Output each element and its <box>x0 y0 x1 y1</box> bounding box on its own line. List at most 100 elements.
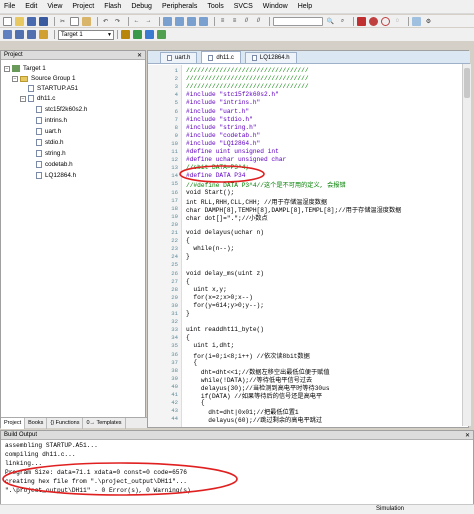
editor-tab-label: dh11.c <box>216 54 234 61</box>
tree-group[interactable]: − Source Group 1 <box>12 75 75 82</box>
code-line: char dot[]=".";//小数点 <box>186 214 268 222</box>
bookmark-clear-icon[interactable] <box>199 16 208 26</box>
paste-icon[interactable] <box>82 16 91 26</box>
pack-installer-icon[interactable] <box>145 30 154 39</box>
code-line: ///////////////////////////////// <box>186 83 309 91</box>
load-icon[interactable] <box>39 30 48 39</box>
tab-project[interactable]: Project <box>1 417 26 429</box>
save-all-icon[interactable] <box>39 16 48 26</box>
save-icon[interactable] <box>27 16 36 26</box>
collapse-icon[interactable]: − <box>4 65 10 72</box>
manage-components-icon[interactable] <box>133 30 142 39</box>
open-file-icon[interactable] <box>15 16 24 26</box>
line-number: 17 <box>171 196 178 204</box>
close-icon[interactable]: ✕ <box>465 432 470 439</box>
copy-icon[interactable] <box>70 16 79 26</box>
disable-breakpoint-icon[interactable] <box>381 16 390 26</box>
tab-label: Books <box>28 420 44 426</box>
tree-include-label: codetab.h <box>45 161 73 168</box>
menu-svcs[interactable]: SVCS <box>234 3 253 10</box>
menu-project[interactable]: Project <box>72 3 94 10</box>
nav-forward-icon[interactable]: → <box>144 17 153 26</box>
bookmark-prev-icon[interactable] <box>175 16 184 26</box>
line-number: 15 <box>171 180 178 188</box>
line-number: 29 <box>171 293 178 301</box>
code-line: uint readdht11_byte() <box>186 326 264 334</box>
indent-icon[interactable]: ≡ <box>218 17 227 26</box>
target-select[interactable]: Target 1 ▼ <box>58 29 114 40</box>
tree-file-label: STARTUP.A51 <box>37 85 78 92</box>
code-line: { <box>186 358 198 366</box>
scrollbar-thumb[interactable] <box>464 68 470 98</box>
close-icon[interactable]: ✕ <box>137 52 142 59</box>
tree-include-file[interactable]: stdio.h <box>36 139 64 146</box>
code-line: #include "stdio.h" <box>186 115 253 123</box>
project-panel-tabs: Project Books {} Functions 0→ Templates <box>1 417 147 429</box>
tab-uart-h[interactable]: uart.h <box>160 52 198 63</box>
menu-peripherals[interactable]: Peripherals <box>162 3 197 10</box>
nav-back-icon[interactable]: ← <box>132 17 141 26</box>
menu-debug[interactable]: Debug <box>131 3 152 10</box>
build-icon[interactable] <box>15 30 24 39</box>
tree-include-file[interactable]: LQ12864.h <box>36 172 76 179</box>
code-line: #include "intrins.h" <box>186 99 261 107</box>
bookmark-icon[interactable] <box>163 16 172 26</box>
menu-tools[interactable]: Tools <box>207 3 223 10</box>
menu-view[interactable]: View <box>47 3 62 10</box>
tree-include-file[interactable]: codetab.h <box>36 161 73 168</box>
rebuild-icon[interactable] <box>27 30 36 39</box>
line-number: 12 <box>171 156 178 164</box>
collapse-icon[interactable]: − <box>12 75 18 82</box>
window-layout-icon[interactable] <box>412 16 421 26</box>
breakpoint-icon[interactable] <box>369 16 378 26</box>
find-field[interactable] <box>273 16 323 26</box>
menu-edit[interactable]: Edit <box>25 3 37 10</box>
select-packs-icon[interactable] <box>157 30 166 39</box>
redo-icon[interactable]: ↷ <box>113 17 122 26</box>
target-options-icon[interactable] <box>121 30 130 39</box>
collapse-icon[interactable]: − <box>20 95 26 102</box>
tab-lq12864-h[interactable]: LQ12864.h <box>244 52 297 63</box>
config-icon[interactable]: ⚙ <box>424 17 433 26</box>
translate-icon[interactable] <box>3 30 12 39</box>
unindent-icon[interactable]: ≡ <box>230 17 239 26</box>
code-line: #include "codetab.h" <box>186 131 261 139</box>
tab-templates[interactable]: 0→ Templates <box>83 417 126 429</box>
code-line: if(DATA) //如果等待后的信号还是高电平 <box>186 393 323 400</box>
code-line: { <box>186 399 205 407</box>
tree-file-dh11[interactable]: − dh11.c <box>20 95 55 102</box>
line-number: 3 <box>174 83 178 91</box>
menu-file[interactable]: File <box>4 3 15 10</box>
find-in-files-icon[interactable]: ⌕ <box>338 17 347 26</box>
line-number: 35 <box>171 342 178 350</box>
editor-vertical-scrollbar[interactable] <box>462 64 471 426</box>
find-icon[interactable]: 🔍 <box>326 17 335 26</box>
tab-functions[interactable]: {} Functions <box>47 417 84 429</box>
main-toolbar: ✂ ↶ ↷ ← → ≡ ≡ // // 🔍 ⌕ ◌ ⚙ <box>0 15 474 27</box>
cut-icon[interactable]: ✂ <box>58 17 67 26</box>
start-debug-icon[interactable] <box>357 16 366 26</box>
tab-dh11-c[interactable]: dh11.c <box>201 51 241 63</box>
menu-window[interactable]: Window <box>263 3 288 10</box>
new-file-icon[interactable] <box>3 16 12 26</box>
tab-books[interactable]: Books <box>25 417 48 429</box>
comment-icon[interactable]: // <box>242 17 251 26</box>
line-number: 21 <box>171 229 178 236</box>
line-number: 40 <box>171 382 178 390</box>
line-number: 32 <box>171 318 178 326</box>
bookmark-next-icon[interactable] <box>187 16 196 26</box>
uncomment-icon[interactable]: // <box>254 17 263 26</box>
build-output-header: Build Output ✕ <box>1 431 473 440</box>
kill-breakpoints-icon[interactable]: ◌ <box>393 17 402 26</box>
target-icon <box>12 65 20 72</box>
tree-file-startup[interactable]: STARTUP.A51 <box>28 85 78 92</box>
tree-include-file[interactable]: stc15f2k60s2.h <box>36 106 87 113</box>
undo-icon[interactable]: ↶ <box>101 17 110 26</box>
menu-flash[interactable]: Flash <box>104 3 121 10</box>
tree-include-file[interactable]: uart.h <box>36 128 61 135</box>
tree-include-file[interactable]: string.h <box>36 150 66 157</box>
tree-include-label: stc15f2k60s2.h <box>45 106 88 113</box>
menu-help[interactable]: Help <box>298 3 312 10</box>
tree-include-file[interactable]: intrins.h <box>36 117 67 124</box>
tree-target[interactable]: − Target 1 <box>4 65 46 72</box>
